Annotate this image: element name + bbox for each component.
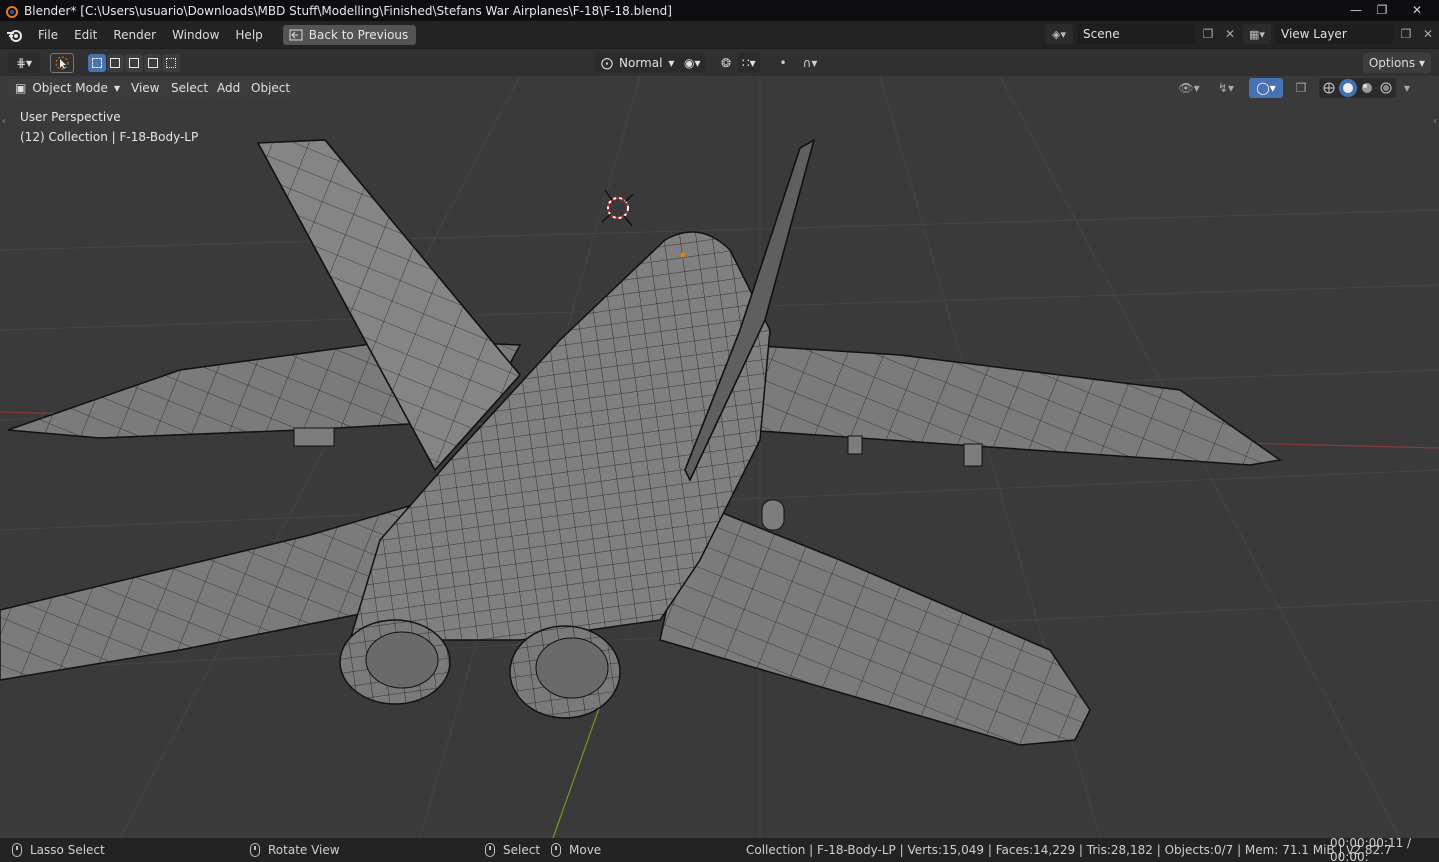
view-layer-browse-icon[interactable]: ▦▾ <box>1243 24 1271 44</box>
viewport-display-controls: 👁▾ ↯▾ ◯▾ ❐ ▾ <box>1175 78 1416 98</box>
scene-selector: ◈▾ Scene ❐ ✕ <box>1045 24 1239 44</box>
menu-file[interactable]: File <box>30 25 66 45</box>
y-axis-line <box>552 699 603 838</box>
mouse-left-icon <box>485 843 495 857</box>
status-move-label: Move <box>569 843 602 857</box>
falloff-icon[interactable]: ∩▾ <box>795 53 825 73</box>
chevron-down-icon: ▾ <box>668 56 675 70</box>
view-layer-selector: ▦▾ View Layer ❐ ✕ <box>1243 24 1437 44</box>
scene-name-field[interactable]: Scene <box>1077 24 1195 44</box>
viewport-header: ▣ Object Mode ▾ View Select Add Object 👁… <box>0 76 1439 100</box>
snap-icon[interactable]: ❂ <box>716 53 736 73</box>
options-dropdown[interactable]: Options ▾ <box>1362 53 1431 73</box>
new-scene-icon[interactable]: ❐ <box>1199 24 1217 44</box>
pivot-icon[interactable]: ◉▾ <box>680 53 705 73</box>
viewport-menu-add[interactable]: Add <box>211 78 247 98</box>
object-mode-icon: ▣ <box>15 81 27 95</box>
orientation-dropdown[interactable]: ⨀ Normal ▾ <box>595 53 681 73</box>
status-bar: Lasso Select Rotate View Select Move Col… <box>0 836 1439 862</box>
blender-logo-icon[interactable] <box>0 21 30 48</box>
right-pylon-2 <box>963 443 983 467</box>
status-lasso-select: Lasso Select <box>12 838 105 862</box>
tool-header: ⋕▾ ⨀ Normal ▾ ◉▾ ❂ ∷▾ • ∩▾ Options ▾ <box>0 49 1439 76</box>
view-layer-name-field[interactable]: View Layer <box>1275 24 1393 44</box>
status-rotate-view-label: Rotate View <box>268 843 340 857</box>
xray-icon[interactable]: ❐ <box>1291 78 1311 98</box>
select-set-icon[interactable] <box>88 54 106 72</box>
object-mode-label: Object Mode <box>32 81 108 95</box>
wireframe-shading-icon[interactable] <box>1320 79 1338 97</box>
select-intersect-icon[interactable] <box>162 54 180 72</box>
select-tool-icon[interactable] <box>50 53 74 73</box>
overlay-icon[interactable]: ◯▾ <box>1249 78 1283 98</box>
menu-render[interactable]: Render <box>105 25 164 45</box>
proportional-icon[interactable]: • <box>774 53 792 73</box>
wheel <box>761 499 785 531</box>
status-lasso-select-label: Lasso Select <box>30 843 105 857</box>
editor-type-icon[interactable]: ⋕▾ <box>8 53 40 73</box>
back-to-previous-label: Back to Previous <box>308 27 409 42</box>
close-icon[interactable]: ✕ <box>1395 0 1439 20</box>
object-origin <box>680 252 686 258</box>
3d-viewport[interactable]: ▣ Object Mode ▾ View Select Add Object 👁… <box>0 76 1439 838</box>
status-move: Move <box>551 838 601 862</box>
material-shading-icon[interactable] <box>1358 79 1376 97</box>
right-nozzle <box>509 625 621 719</box>
mouse-left-icon <box>12 843 22 857</box>
object-mode-dropdown[interactable]: ▣ Object Mode ▾ <box>9 78 126 98</box>
status-select: Select <box>485 838 540 862</box>
viewport-menu-object[interactable]: Object <box>245 78 297 98</box>
orientation-icon: ⨀ <box>601 56 613 70</box>
selection-mode-group <box>88 53 180 73</box>
maximize-icon[interactable]: ❐ <box>1369 0 1395 20</box>
visibility-icon[interactable]: 👁▾ <box>1175 78 1203 98</box>
3d-cursor <box>601 189 634 227</box>
back-to-previous-button[interactable]: Back to Previous <box>282 24 417 45</box>
delete-view-layer-icon[interactable]: ✕ <box>1419 24 1437 44</box>
status-rotate-view: Rotate View <box>250 838 340 862</box>
back-arrow-icon <box>289 29 303 40</box>
sidebar-expand-icon[interactable]: ‹ <box>1433 116 1437 127</box>
scene-browse-icon[interactable]: ◈▾ <box>1045 24 1073 44</box>
playback-time: 00:00:00:11 / 00:00: <box>1330 836 1412 862</box>
top-menu-bar: File Edit Render Window Help Back to Pre… <box>0 21 1439 48</box>
status-select-label: Select <box>503 843 541 857</box>
toolbar-expand-icon[interactable]: ‹ <box>2 116 6 127</box>
window-title: Blender* [C:\Users\usuario\Downloads\MBD… <box>24 3 672 18</box>
select-extend-icon[interactable] <box>106 54 125 72</box>
options-label: Options <box>1368 56 1416 70</box>
left-nozzle <box>339 619 451 705</box>
right-pylon-1 <box>847 435 863 455</box>
delete-scene-icon[interactable]: ✕ <box>1221 24 1239 44</box>
minimize-icon[interactable]: — <box>1343 0 1369 20</box>
solid-shading-icon[interactable] <box>1339 79 1357 97</box>
scene-stats: Collection | F-18-Body-LP | Verts:15,049… <box>746 843 1392 857</box>
chevron-down-icon: ▾ <box>113 81 120 95</box>
active-object-label: (12) Collection | F-18-Body-LP <box>20 130 199 144</box>
orientation-label: Normal <box>619 56 663 70</box>
new-view-layer-icon[interactable]: ❐ <box>1397 24 1415 44</box>
menu-edit[interactable]: Edit <box>66 25 105 45</box>
menu-help[interactable]: Help <box>227 25 270 45</box>
view-perspective-label: User Perspective <box>20 110 121 124</box>
select-invert-icon[interactable] <box>143 54 162 72</box>
scene-render[interactable] <box>0 76 1439 838</box>
mouse-middle-icon <box>250 843 260 857</box>
blender-app-icon <box>6 5 18 18</box>
gizmo-icon[interactable]: ↯▾ <box>1211 78 1241 98</box>
snap-grid-icon[interactable]: ∷▾ <box>738 53 760 73</box>
menu-window[interactable]: Window <box>164 25 227 45</box>
shading-options-chevron-icon[interactable]: ▾ <box>1398 78 1416 98</box>
mouse-right-icon <box>551 843 561 857</box>
viewport-menu-view[interactable]: View <box>125 78 166 98</box>
select-subtract-icon[interactable] <box>125 54 143 72</box>
rendered-shading-icon[interactable] <box>1377 79 1395 97</box>
left-pylon <box>293 427 335 447</box>
title-bar: Blender* [C:\Users\usuario\Downloads\MBD… <box>0 0 1439 21</box>
viewport-menu-select[interactable]: Select <box>165 78 215 98</box>
